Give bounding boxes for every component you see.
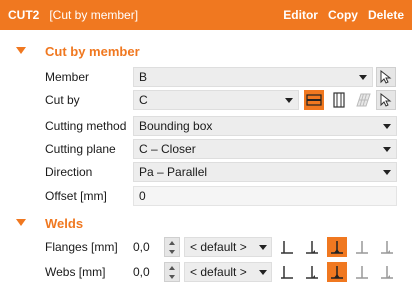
pick-member-button[interactable] <box>376 67 396 87</box>
weld-type-icon <box>281 241 293 254</box>
cutting-plane-row: Cutting plane C – Closer <box>0 138 412 160</box>
cutting-method-value: Bounding box <box>139 119 213 133</box>
member-row: Member B <box>0 66 412 88</box>
cut-by-value: C <box>139 93 148 107</box>
weld-type-icon <box>381 266 393 279</box>
welds-section-header[interactable]: Welds <box>0 212 412 234</box>
cutting-plane-select[interactable]: C – Closer <box>133 139 397 159</box>
webs-label: Webs [mm] <box>45 265 106 279</box>
stepper-up-icon[interactable] <box>169 240 175 245</box>
pick-cursor-icon <box>380 70 392 84</box>
weld-option-5-button[interactable] <box>377 262 397 282</box>
dropdown-arrow-icon <box>383 124 391 129</box>
header-actions: Editor Copy Delete <box>283 8 404 22</box>
collapse-triangle-icon[interactable] <box>16 47 26 54</box>
weld-type-icon <box>381 241 393 254</box>
webs-size-stepper[interactable] <box>164 262 180 282</box>
dropdown-arrow-icon <box>259 270 267 275</box>
webs-weld-type-value: < default > <box>190 265 247 279</box>
flanges-weld-type-select[interactable]: < default > <box>184 237 272 257</box>
weld-option-1-button[interactable] <box>277 237 297 257</box>
webs-size-value[interactable]: 0,0 <box>133 265 150 279</box>
weld-type-icon <box>281 266 293 279</box>
collapse-triangle-icon[interactable] <box>16 219 26 226</box>
weld-type-icon <box>331 266 343 279</box>
cutting-method-label: Cutting method <box>45 119 127 133</box>
cutting-method-row: Cutting method Bounding box <box>0 115 412 137</box>
member-value: B <box>139 70 148 84</box>
cutting-method-select[interactable]: Bounding box <box>133 116 397 136</box>
welds-section-title: Welds <box>45 215 84 231</box>
editor-button[interactable]: Editor <box>283 8 318 22</box>
webs-weld-type-select[interactable]: < default > <box>184 262 272 282</box>
cut-type-grid-button[interactable] <box>353 90 373 110</box>
cut-section-title: Cut by member <box>45 43 140 59</box>
weld-type-icon <box>356 266 368 279</box>
flanges-weld-type-value: < default > <box>190 240 247 254</box>
cutting-plane-label: Cutting plane <box>45 142 116 156</box>
webs-row: Webs [mm] 0,0 < default > <box>0 261 412 283</box>
weld-option-3-button[interactable] <box>327 262 347 282</box>
weld-option-2-button[interactable] <box>302 262 322 282</box>
weld-option-5-button[interactable] <box>377 237 397 257</box>
cut-section-header[interactable]: Cut by member <box>0 40 412 62</box>
member-label: Member <box>45 70 90 84</box>
copy-button[interactable]: Copy <box>328 8 358 22</box>
flanges-label: Flanges [mm] <box>45 240 118 254</box>
offset-label: Offset [mm] <box>45 189 107 203</box>
direction-value: Pa – Parallel <box>139 165 208 179</box>
dropdown-arrow-icon <box>359 75 367 80</box>
stepper-down-icon[interactable] <box>169 249 175 254</box>
offset-input[interactable]: 0 <box>133 186 397 206</box>
title-bar: CUT2 [Cut by member] Editor Copy Delete <box>0 0 412 30</box>
flanges-size-value[interactable]: 0,0 <box>133 240 150 254</box>
weld-option-4-button[interactable] <box>352 262 372 282</box>
cut-type-icon <box>356 93 371 107</box>
weld-option-2-button[interactable] <box>302 237 322 257</box>
direction-row: Direction Pa – Parallel <box>0 161 412 183</box>
cut-type-icon <box>306 94 322 106</box>
cut-type-vertical-button[interactable] <box>329 90 349 110</box>
weld-option-3-button[interactable] <box>327 237 347 257</box>
cut-by-select[interactable]: C <box>133 90 299 110</box>
weld-type-icon <box>356 241 368 254</box>
operation-type: [Cut by member] <box>49 8 139 22</box>
cut-type-icon <box>333 92 345 108</box>
direction-select[interactable]: Pa – Parallel <box>133 162 397 182</box>
dropdown-arrow-icon <box>259 245 267 250</box>
flanges-size-stepper[interactable] <box>164 237 180 257</box>
pick-cursor-icon <box>380 93 392 107</box>
operation-id: CUT2 <box>8 8 40 22</box>
dropdown-arrow-icon <box>383 147 391 152</box>
stepper-up-icon[interactable] <box>169 265 175 270</box>
delete-button[interactable]: Delete <box>368 8 404 22</box>
offset-row: Offset [mm] 0 <box>0 185 412 207</box>
flanges-row: Flanges [mm] 0,0 < default > <box>0 236 412 258</box>
direction-label: Direction <box>45 165 93 179</box>
cut-type-horizontal-button[interactable] <box>304 90 324 110</box>
cutting-plane-value: C – Closer <box>139 142 196 156</box>
pick-cut-by-button[interactable] <box>376 90 396 110</box>
weld-option-4-button[interactable] <box>352 237 372 257</box>
cut-by-row: Cut by C <box>0 89 412 111</box>
cut-by-label: Cut by <box>45 93 80 107</box>
member-select[interactable]: B <box>133 67 373 87</box>
dropdown-arrow-icon <box>383 170 391 175</box>
dropdown-arrow-icon <box>285 98 293 103</box>
weld-option-1-button[interactable] <box>277 262 297 282</box>
weld-type-icon <box>331 241 343 254</box>
stepper-down-icon[interactable] <box>169 274 175 279</box>
offset-value: 0 <box>139 189 146 203</box>
weld-type-icon <box>306 266 318 279</box>
weld-type-icon <box>306 241 318 254</box>
